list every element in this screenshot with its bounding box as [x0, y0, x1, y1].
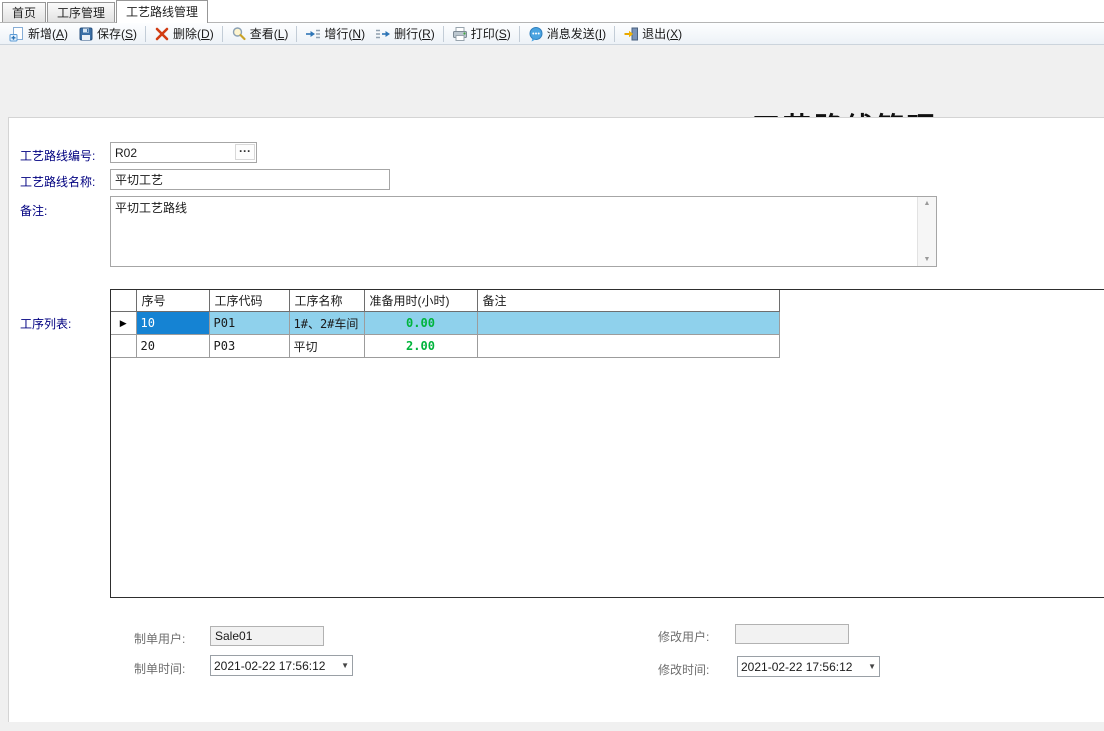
table-row[interactable]: 20P03平切2.00 — [111, 335, 779, 358]
toolbar-button-label: 退出(X) — [642, 25, 682, 42]
scroll-down-icon[interactable]: ▼ — [918, 256, 936, 263]
message-button[interactable]: 消息发送(I) — [523, 24, 611, 43]
table-cell[interactable]: 平切 — [289, 335, 364, 358]
modify-time-dropdown[interactable]: 2021-02-22 17:56:12 ▼ — [737, 656, 880, 677]
column-header[interactable]: 工序代码 — [209, 290, 289, 312]
toolbar: 新增(A) 保存(S) 删除(D) 查看(L) 增行(N) 删行(R) 打印(S) 消息发送(… — [0, 23, 1104, 45]
add-button[interactable]: 新增(A) — [4, 24, 73, 43]
toolbar-separator — [145, 26, 146, 42]
column-header[interactable]: 工序名称 — [289, 290, 364, 312]
row-indicator-icon[interactable]: ▶ — [111, 312, 136, 335]
remark-textarea[interactable]: 平切工艺路线 ▲ ▼ — [110, 196, 937, 267]
delete-button[interactable]: 删除(D) — [149, 24, 219, 43]
process-route-window: 首页 工序管理 工艺路线管理 新增(A) 保存(S) 删除(D) 查看(L) 增行(N)… — [0, 0, 1104, 731]
creator-value: Sale01 — [215, 629, 252, 643]
toolbar-separator — [519, 26, 520, 42]
toolbar-button-label: 新增(A) — [28, 25, 68, 42]
create-time-value: 2021-02-22 17:56:12 — [214, 659, 332, 673]
modify-time-label: 修改时间: — [658, 661, 709, 678]
modifier-label: 修改用户: — [658, 628, 709, 645]
modify-time-value: 2021-02-22 17:56:12 — [741, 660, 859, 674]
table-cell[interactable]: 0.00 — [364, 312, 477, 335]
modifier-input[interactable] — [735, 624, 849, 644]
table-cell[interactable]: 1#、2#车间 — [289, 312, 364, 335]
column-header[interactable]: 备注 — [477, 290, 779, 312]
print-button[interactable]: 打印(S) — [447, 24, 516, 43]
table-cell[interactable]: P01 — [209, 312, 289, 335]
route-name-label: 工艺路线名称: — [20, 173, 95, 190]
insert-row-icon — [305, 26, 321, 42]
printer-icon — [452, 26, 468, 42]
create-time-dropdown[interactable]: 2021-02-22 17:56:12 ▼ — [210, 655, 353, 676]
toolbar-separator — [222, 26, 223, 42]
creator-label: 制单用户: — [134, 630, 185, 647]
title-band: 工艺路线管理 — [0, 46, 1104, 117]
toolbar-button-label: 删行(R) — [394, 25, 435, 42]
save-icon — [78, 26, 94, 42]
route-code-label: 工艺路线编号: — [20, 147, 95, 164]
remark-label: 备注: — [20, 202, 47, 219]
toolbar-separator — [614, 26, 615, 42]
dropdown-arrow-icon: ▼ — [341, 661, 349, 670]
route-name-input[interactable]: 平切工艺 — [110, 169, 390, 190]
delete-icon — [154, 26, 170, 42]
table-row[interactable]: ▶10P011#、2#车间0.00 — [111, 312, 779, 335]
save-button[interactable]: 保存(S) — [73, 24, 142, 43]
view-button[interactable]: 查看(L) — [226, 24, 294, 43]
tab-process-management[interactable]: 工序管理 — [47, 2, 115, 22]
route-name-value: 平切工艺 — [115, 171, 163, 188]
toolbar-button-label: 保存(S) — [97, 25, 137, 42]
column-header[interactable]: 序号 — [136, 290, 209, 312]
toolbar-separator — [443, 26, 444, 42]
toolbar-button-label: 打印(S) — [471, 25, 511, 42]
delete-row-icon — [375, 26, 391, 42]
process-table: 序号工序代码工序名称准备用时(小时)备注▶10P011#、2#车间0.0020P… — [111, 290, 780, 358]
remark-value: 平切工艺路线 — [115, 199, 914, 216]
tab-process-route-management[interactable]: 工艺路线管理 — [116, 0, 208, 23]
delete-row-button[interactable]: 删行(R) — [370, 24, 440, 43]
message-icon — [528, 26, 544, 42]
route-code-lookup-button[interactable]: ··· — [235, 144, 255, 160]
remark-scrollbar[interactable]: ▲ ▼ — [917, 197, 936, 266]
table-cell[interactable]: 10 — [136, 312, 209, 335]
table-cell[interactable]: 20 — [136, 335, 209, 358]
table-cell[interactable]: 2.00 — [364, 335, 477, 358]
exit-button[interactable]: 退出(X) — [618, 24, 687, 43]
tab-strip: 首页 工序管理 工艺路线管理 — [0, 0, 1104, 23]
row-indicator-header — [111, 290, 136, 312]
scroll-up-icon[interactable]: ▲ — [918, 200, 936, 207]
new-document-icon — [9, 26, 25, 42]
create-time-label: 制单时间: — [134, 660, 185, 677]
table-header-row: 序号工序代码工序名称准备用时(小时)备注 — [111, 290, 779, 312]
table-cell[interactable]: P03 — [209, 335, 289, 358]
toolbar-button-label: 增行(N) — [324, 25, 365, 42]
column-header[interactable]: 准备用时(小时) — [364, 290, 477, 312]
toolbar-button-label: 删除(D) — [173, 25, 214, 42]
process-list-label: 工序列表: — [20, 315, 71, 332]
route-code-value: R02 — [115, 146, 137, 160]
dropdown-arrow-icon: ▼ — [868, 662, 876, 671]
add-row-button[interactable]: 增行(N) — [300, 24, 370, 43]
creator-input[interactable]: Sale01 — [210, 626, 324, 646]
search-icon — [231, 26, 247, 42]
tab-home[interactable]: 首页 — [2, 2, 46, 22]
row-indicator-cell[interactable] — [111, 335, 136, 358]
process-grid: 序号工序代码工序名称准备用时(小时)备注▶10P011#、2#车间0.0020P… — [110, 289, 1104, 598]
table-cell[interactable] — [477, 312, 779, 335]
table-cell[interactable] — [477, 335, 779, 358]
toolbar-button-label: 消息发送(I) — [547, 25, 606, 42]
toolbar-button-label: 查看(L) — [250, 25, 289, 42]
exit-icon — [623, 26, 639, 42]
toolbar-separator — [296, 26, 297, 42]
